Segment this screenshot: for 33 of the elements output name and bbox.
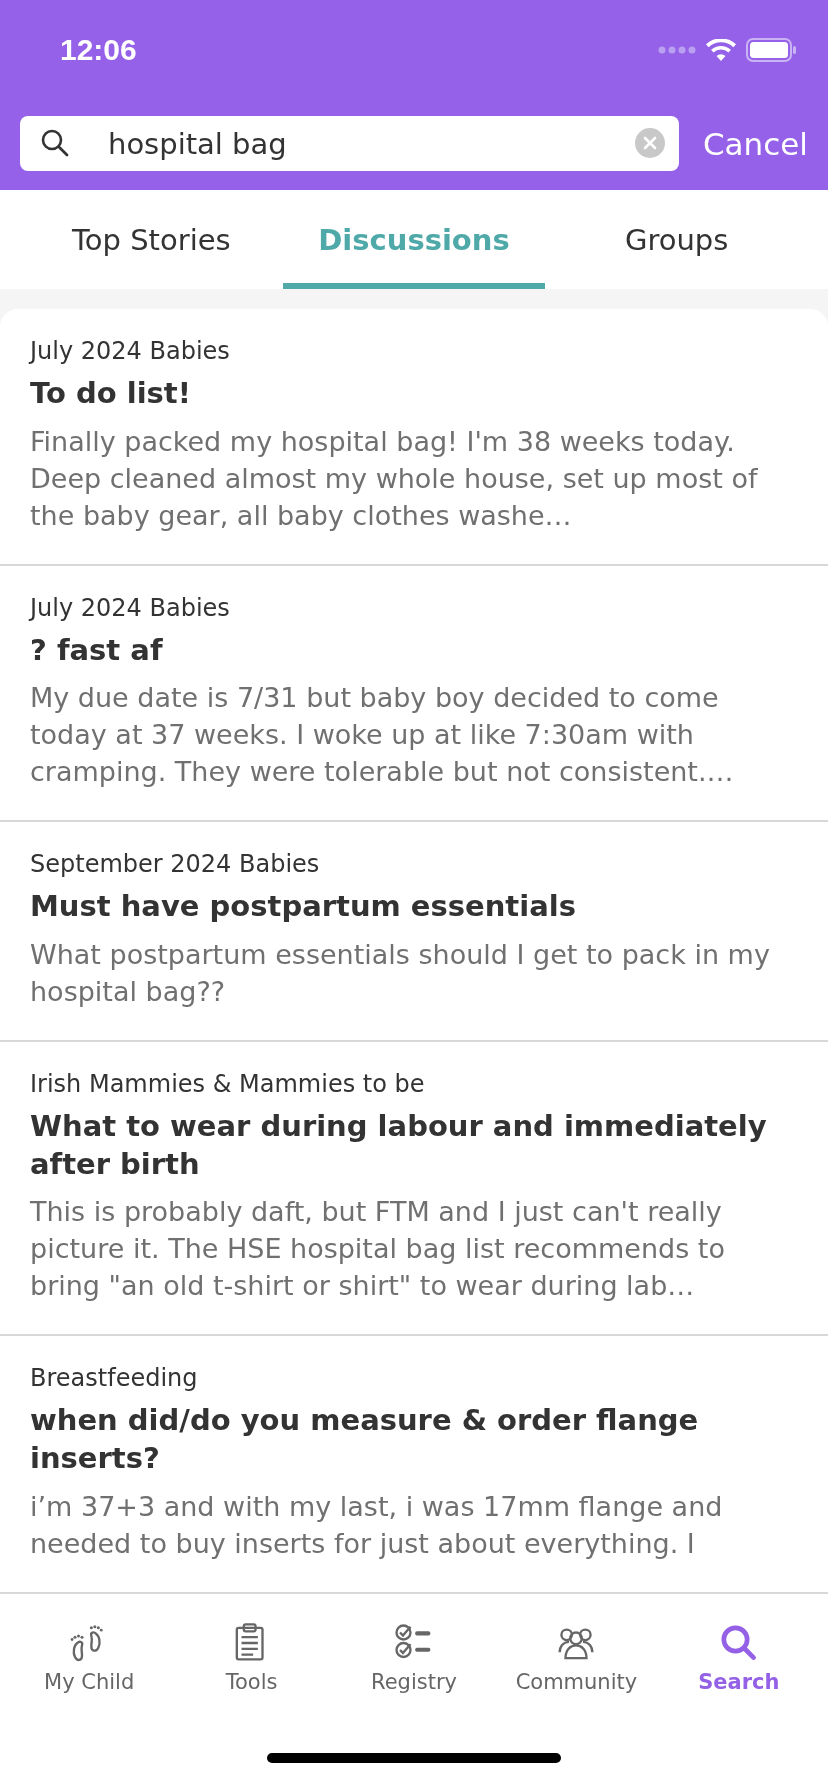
post-title: Must have postpartum essentials [30, 888, 577, 926]
tab[interactable]: Top Stories [20, 190, 283, 289]
nav-tab[interactable]: Search [657, 1612, 821, 1724]
post-excerpt: This is probably daft, but FTM and I just can't really picture it. The HSE hospital bag list recommends to bring "an old t-shirt or shirt" to wear during lab… [30, 1195, 726, 1304]
wifi-icon [706, 39, 736, 61]
discussion-item[interactable]: July 2024 Babies ? fast af My due date is 7/31 but baby boy decided to come today at 37 weeks. I woke up at like 7:30am with cramping. They were tolerable but not consistent.… [0, 565, 828, 823]
post-excerpt: i’m 37+3 and with my last, i was 17mm flange and needed to buy inserts for just about everything. I [30, 1489, 724, 1561]
post-excerpt: Finally packed my hospital bag! I'm 38 weeks today. Deep cleaned almost my whole house, set up most of the baby gear, all baby clothes washe… [30, 424, 759, 533]
post-title: when did/do you measure & order flange inserts? [30, 1402, 700, 1478]
signal-icon [658, 46, 696, 54]
post-excerpt: What postpartum essentials should I get to pack in my hospital bag?? [30, 938, 771, 1010]
battery-icon [746, 38, 796, 62]
post-title: To do list! [30, 375, 192, 412]
group-name: July 2024 Babies [30, 593, 231, 622]
nav-tab[interactable]: Tools [170, 1612, 333, 1724]
nav-tab[interactable]: Registry [332, 1612, 496, 1724]
discussion-item[interactable]: July 2024 Babies To do list! Finally packed my hospital bag! I'm 38 weeks today. Deep cleaned almost my whole house, set up most of the baby gear, all baby clothes washe… [0, 309, 828, 566]
group-name: September 2024 Babies [30, 850, 321, 879]
group-name: Breastfeeding [30, 1364, 199, 1393]
group-name: July 2024 Babies [30, 337, 231, 365]
nav-tab[interactable]: Community [495, 1612, 658, 1724]
search-field[interactable]: hospital bag [20, 116, 679, 171]
discussion-item[interactable]: September 2024 Babies Must have postpartum essentials What postpartum essentials should I get to pack in my hospital bag?? [0, 822, 828, 1043]
cancel-button[interactable]: Cancel [702, 125, 808, 162]
discussion-item[interactable]: Breastfeeding when did/do you measure & order flange inserts? i’m 37+3 and with my last, i was 17mm flange and needed to buy inserts for just about everything. I [0, 1336, 828, 1594]
status-time: 12:06 [60, 33, 137, 67]
post-title: What to wear during labour and immediately after birth [30, 1108, 768, 1183]
group-name: Irish Mammies & Mammies to be [30, 1070, 426, 1099]
search-icon [40, 128, 70, 158]
tab[interactable]: Groups [545, 190, 808, 289]
nav-tab[interactable]: My Child [8, 1612, 171, 1724]
post-excerpt: My due date is 7/31 but baby boy decided to come today at 37 weeks. I woke up at like 7:30am with cramping. They were tolerable but not consistent.… [30, 681, 735, 790]
post-title: ? fast af [30, 631, 164, 669]
